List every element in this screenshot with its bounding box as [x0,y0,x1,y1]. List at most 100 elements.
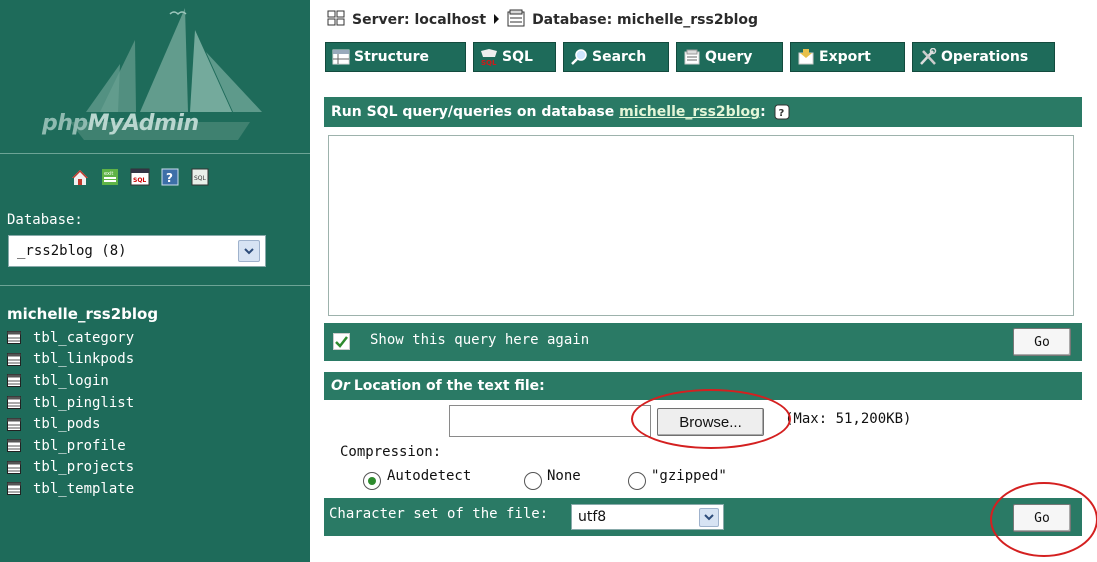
chevron-down-icon[interactable] [238,240,260,262]
tab-query[interactable]: Query [676,42,783,72]
home-icon[interactable] [70,168,90,186]
table-icon[interactable] [7,417,21,431]
svg-text:SQL: SQL [133,177,146,184]
table-list-item[interactable]: tbl_category [7,327,134,349]
compression-autodetect-radio[interactable] [363,472,381,490]
svg-text:SQL: SQL [481,59,497,66]
tab-export[interactable]: Export [790,42,905,72]
table-name[interactable]: tbl_template [33,481,134,497]
table-name[interactable]: tbl_category [33,330,134,346]
breadcrumb-database[interactable]: Database: michelle_rss2blog [532,12,758,28]
tab-operations[interactable]: Operations [912,42,1055,72]
svg-text:exit: exit [104,171,113,177]
tab-search[interactable]: Search [563,42,669,72]
sidebar-toolbar: exit SQL ? SQL [70,165,210,189]
breadcrumb: Server: localhost Database: michelle_rss… [327,9,758,31]
tab-label: Query [705,49,753,65]
svg-text:SQL: SQL [194,175,207,182]
table-name[interactable]: tbl_profile [33,438,126,454]
browse-button[interactable]: Browse... [657,408,764,436]
structure-icon [331,48,351,66]
go-button[interactable]: Go [1013,328,1071,356]
search-icon [569,48,589,66]
database-select-value: _rss2blog (8) [17,243,127,259]
svg-text:?: ? [778,108,784,119]
upload-header-text: Location of the text file: [353,378,545,394]
table-icon[interactable] [7,352,21,366]
compression-none-radio[interactable] [524,472,542,490]
table-list-item[interactable]: tbl_template [7,478,134,500]
sql-query-textarea[interactable] [328,135,1074,316]
table-icon[interactable] [7,396,21,410]
table-list-item[interactable]: tbl_profile [7,435,134,457]
show-again-bar: Show this query here again Go [324,323,1082,361]
table-name[interactable]: tbl_pods [33,416,100,432]
table-name[interactable]: tbl_login [33,373,109,389]
table-name[interactable]: tbl_linkpods [33,351,134,367]
divider [0,153,310,154]
tab-label: SQL [502,49,533,65]
breadcrumb-separator-icon [493,12,500,28]
table-list: tbl_category tbl_linkpods tbl_login tbl_pin… [7,327,134,500]
tab-label: Export [819,49,871,65]
tab-structure[interactable]: Structure [325,42,466,72]
help-icon[interactable]: ? [160,168,180,186]
database-link[interactable]: michelle_rss2blog [619,104,760,120]
compression-label: Compression: [340,444,442,460]
charset-bar: Character set of the file: utf8 Go [324,498,1082,536]
phpmyadmin-logo[interactable]: phpMyAdmin [0,0,310,152]
divider [0,285,310,286]
query-window-icon[interactable]: SQL [190,168,210,186]
show-again-checkbox[interactable] [333,333,350,350]
database-icon [507,9,525,31]
upload-header: Or Location of the text file: [324,372,1082,400]
table-icon[interactable] [7,374,21,388]
table-icon[interactable] [7,331,21,345]
query-header-prefix: Run SQL query/queries on database [331,104,615,120]
tab-label: Search [592,49,647,65]
exit-icon[interactable]: exit [100,168,120,186]
table-name[interactable]: tbl_pinglist [33,395,134,411]
tab-sql[interactable]: SQL SQL [473,42,556,72]
table-icon[interactable] [7,439,21,453]
tab-label: Structure [354,49,430,65]
chevron-down-icon[interactable] [699,507,719,527]
logo-text-php: php [42,111,88,136]
logo-text: phpMyAdmin [42,111,199,136]
compression-none-label: None [547,468,581,484]
table-list-item[interactable]: tbl_projects [7,457,134,479]
table-list-item[interactable]: tbl_linkpods [7,349,134,371]
sql-icon[interactable]: SQL [130,168,150,186]
table-list-item[interactable]: tbl_login [7,370,134,392]
compression-gzipped-radio[interactable] [628,472,646,490]
database-name-link[interactable]: michelle_rss2blog [7,305,158,323]
table-list-item[interactable]: tbl_pods [7,413,134,435]
max-size-label: (Max: 51,200KB) [785,411,912,427]
compression-autodetect-label: Autodetect [387,468,472,484]
operations-icon [918,48,938,66]
tab-bar: Structure SQL SQL Search Query Export Op… [325,42,1055,72]
logo-text-myadmin: MyAdmin [87,111,199,136]
charset-select-value: utf8 [578,509,607,525]
file-path-input[interactable] [449,405,651,437]
export-icon [796,48,816,66]
sql-icon: SQL [479,48,499,66]
navigation-sidebar: phpMyAdmin exit SQL ? SQL Database: _rss… [0,0,310,562]
table-name[interactable]: tbl_projects [33,459,134,475]
upload-go-button[interactable]: Go [1013,504,1071,532]
svg-text:?: ? [166,171,173,185]
breadcrumb-server[interactable]: Server: localhost [352,12,486,28]
checkmark-icon [335,335,348,348]
charset-select[interactable]: utf8 [571,504,724,530]
table-icon[interactable] [7,460,21,474]
help-icon[interactable]: ? [774,104,790,120]
tab-label: Operations [941,49,1029,65]
charset-label: Character set of the file: [329,506,549,522]
database-select[interactable]: _rss2blog (8) [8,235,266,267]
compression-gzipped-label: "gzipped" [651,468,727,484]
query-icon [682,48,702,66]
table-list-item[interactable]: tbl_pinglist [7,392,134,414]
table-icon[interactable] [7,482,21,496]
query-panel-header: Run SQL query/queries on database michel… [324,97,1082,127]
database-label: Database: [7,212,83,228]
